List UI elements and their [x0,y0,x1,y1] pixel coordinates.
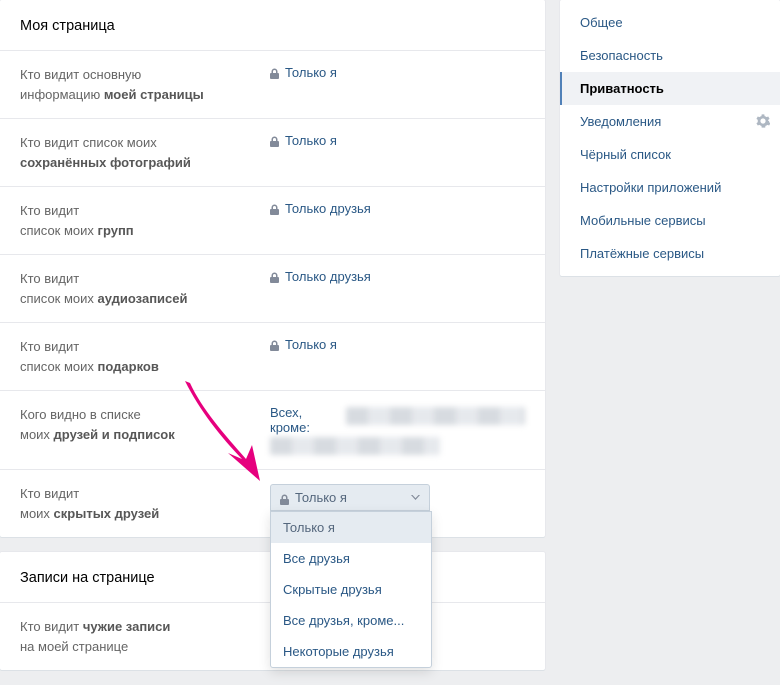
sidebar-item-app-settings[interactable]: Настройки приложений [560,171,780,204]
sidebar-item-mobile[interactable]: Мобильные сервисы [560,204,780,237]
redacted-names [346,407,525,425]
section-title: Моя страница [0,0,545,50]
dropdown-option[interactable]: Все друзья, кроме... [271,605,431,636]
privacy-select[interactable]: Только я Только я Все друзья Скрытые дру… [270,484,430,511]
privacy-select-button[interactable]: Только я [270,484,430,511]
settings-sidebar: Общее Безопасность Приватность Уведомлен… [560,0,780,276]
setting-value[interactable]: Только друзья [270,201,525,240]
privacy-dropdown: Только я Все друзья Скрытые друзья Все д… [270,511,432,668]
dropdown-option[interactable]: Скрытые друзья [271,574,431,605]
setting-value[interactable]: Только я [270,337,525,376]
dropdown-option[interactable]: Только я [271,512,431,543]
lock-icon [270,133,279,147]
lock-icon [270,65,279,79]
setting-row: Кого видно в списке моих друзей и подпис… [0,390,545,469]
setting-row: Кто видит список моих групп Только друзь… [0,186,545,254]
lock-icon [270,201,279,215]
sidebar-item-blacklist[interactable]: Чёрный список [560,138,780,171]
lock-icon [270,337,279,351]
redacted-names [270,437,440,455]
sidebar-item-security[interactable]: Безопасность [560,39,780,72]
setting-row: Кто видит основную информацию моей стран… [0,50,545,118]
lock-icon [280,491,289,505]
dropdown-option[interactable]: Некоторые друзья [271,636,431,667]
setting-row: Кто видит список моих подарков Только я [0,322,545,390]
setting-value[interactable]: Только друзья [270,269,525,308]
gear-icon[interactable] [756,114,770,128]
my-page-card: Моя страница Кто видит основную информац… [0,0,545,537]
setting-value[interactable]: Только я [270,65,525,104]
dropdown-option[interactable]: Все друзья [271,543,431,574]
setting-row-hidden-friends: Кто видит моих скрытых друзей Только я Т… [0,469,545,537]
setting-value[interactable]: Всех, кроме: [270,405,525,455]
setting-row: Кто видит список моих аудиозаписей Тольк… [0,254,545,322]
sidebar-item-general[interactable]: Общее [560,6,780,39]
chevron-down-icon [411,495,420,501]
lock-icon [270,269,279,283]
sidebar-item-privacy[interactable]: Приватность [560,72,780,105]
setting-row: Кто видит список моих сохранённых фотогр… [0,118,545,186]
sidebar-item-payments[interactable]: Платёжные сервисы [560,237,780,270]
sidebar-item-notifications[interactable]: Уведомления [560,105,780,138]
setting-value[interactable]: Только я [270,133,525,172]
